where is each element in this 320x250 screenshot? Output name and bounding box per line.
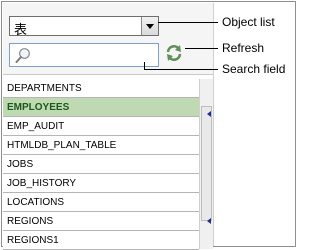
list-item[interactable]: LOCATIONS [3,193,199,212]
object-list-select[interactable]: 表 [9,16,159,38]
object-list-value: 表 [14,23,28,38]
list-item[interactable]: EMP_AUDIT [3,117,199,136]
list-item[interactable]: REGIONS [3,212,199,231]
search-icon [15,48,30,63]
callout-line-refresh [185,48,218,49]
list-item[interactable]: DEPARTMENTS [3,79,199,98]
list-item[interactable]: HTMLDB_PLAN_TABLE [3,136,199,155]
callout-line-search-vertical [144,62,145,69]
object-browser-panel: 表 DEPARTMENTS EMPLOYEES EMP_AUDIT HTMLDB_PL… [3,3,214,250]
list-item[interactable]: JOBS [3,155,199,174]
vertical-scrollbar[interactable] [199,79,213,249]
object-list: DEPARTMENTS EMPLOYEES EMP_AUDIT HTMLDB_PLAN… [3,79,199,250]
callout-object-list: Object list [222,15,275,29]
refresh-icon[interactable] [165,44,183,62]
callout-line-search-field [144,69,218,70]
chevron-down-icon[interactable] [141,17,158,35]
scrollbar-thumb[interactable] [201,106,212,221]
callout-line-object-list [158,22,218,23]
callout-search-field: Search field [222,62,286,76]
list-item[interactable]: EMPLOYEES [3,98,199,117]
scroll-marker-icon [207,111,211,117]
callout-refresh: Refresh [222,41,265,55]
list-item[interactable]: REGIONS1 [3,231,199,250]
scroll-marker-icon [207,218,211,224]
search-field[interactable] [9,43,159,67]
object-browser-toolbar: 表 [3,3,213,75]
list-item[interactable]: JOB_HISTORY [3,174,199,193]
